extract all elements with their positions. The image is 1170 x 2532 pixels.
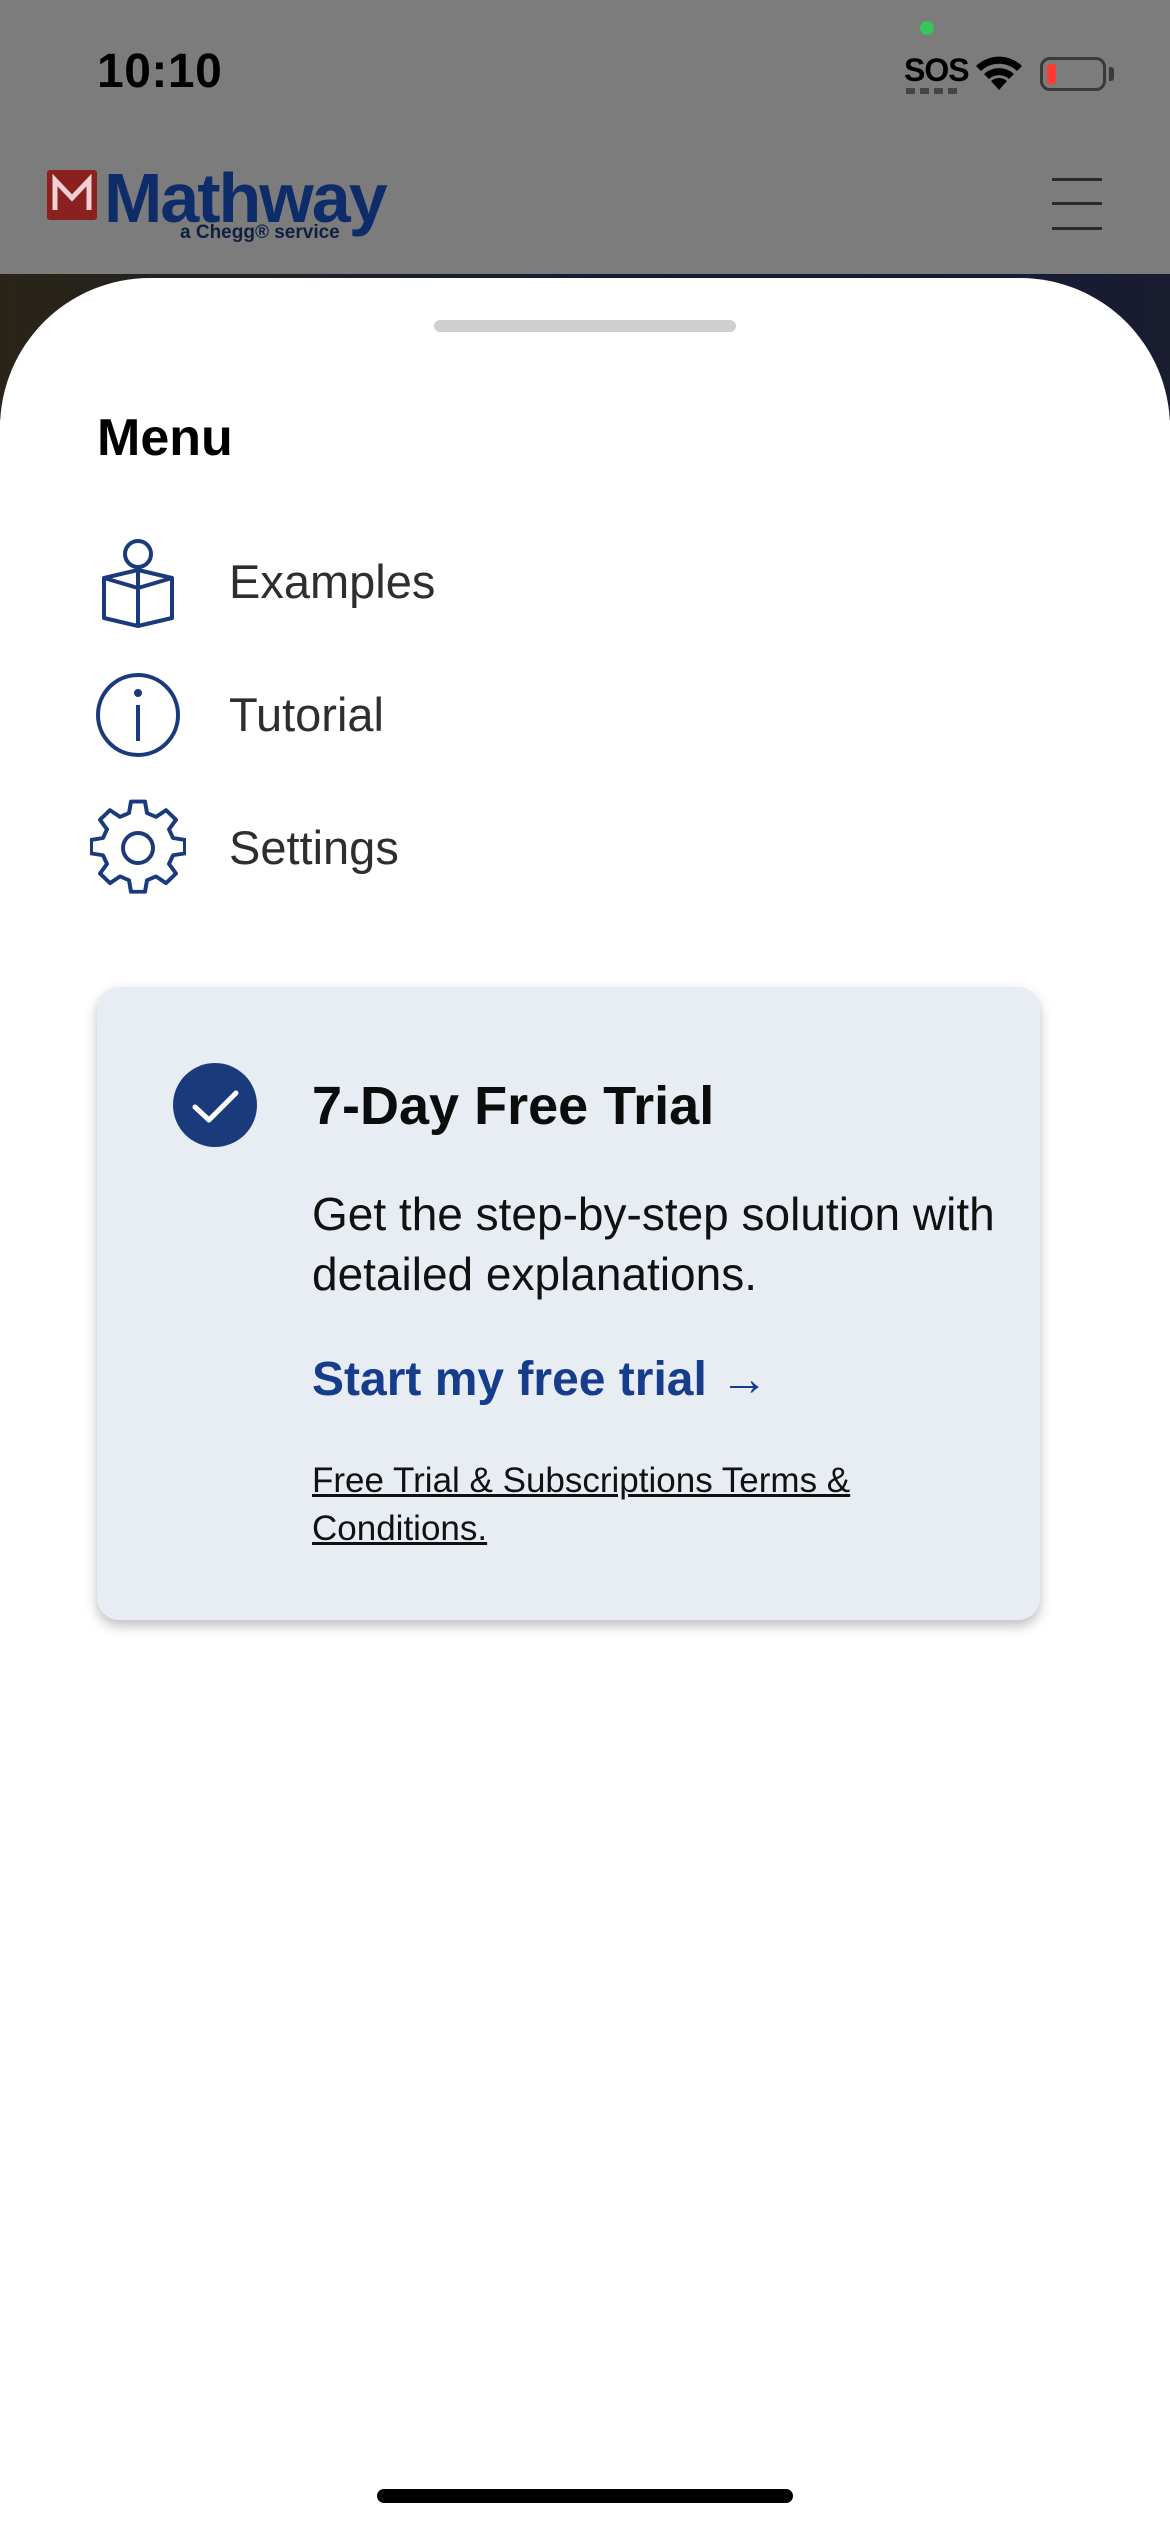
menu-item-tutorial[interactable]: Tutorial: [90, 665, 990, 775]
hamburger-menu-icon[interactable]: [1052, 176, 1102, 232]
start-free-trial-link[interactable]: Start my free trial →: [312, 1352, 768, 1407]
trial-description: Get the step-by-step solution with detai…: [312, 1188, 995, 1300]
menu-item-settings[interactable]: Settings: [90, 798, 990, 908]
wifi-icon: [976, 56, 1022, 90]
sos-indicator: SOS: [904, 52, 970, 88]
gear-icon: [90, 799, 186, 894]
free-trial-card: 7-Day Free Trial Get the step-by-step so…: [97, 987, 1040, 1620]
menu-item-label: Settings: [229, 821, 399, 874]
logo-subtitle: a Chegg® service: [180, 222, 340, 243]
battery-icon: [1040, 57, 1106, 91]
checkmark-icon: [173, 1063, 257, 1147]
status-time: 10:10: [97, 45, 223, 98]
trial-title: 7-Day Free Trial: [312, 1076, 715, 1136]
screen: 10:10 SOS Mathway a Chegg® service Menu: [0, 0, 1170, 2532]
menu-item-label: Examples: [229, 555, 436, 608]
camera-indicator-dot: [920, 21, 934, 35]
home-indicator[interactable]: [377, 2489, 793, 2503]
menu-item-label: Tutorial: [229, 688, 384, 741]
sheet-grabber-handle[interactable]: [434, 320, 736, 332]
battery-level: [1047, 64, 1056, 84]
info-icon: [96, 673, 180, 757]
battery-tip: [1109, 67, 1114, 81]
menu-title: Menu: [97, 409, 233, 467]
book-reader-icon: [102, 539, 174, 628]
menu-item-examples[interactable]: Examples: [90, 532, 990, 642]
signal-dots: [906, 88, 960, 94]
terms-and-conditions-link[interactable]: Free Trial & Subscriptions Terms & Condi…: [312, 1457, 952, 1553]
mathway-logo-mark: [47, 170, 97, 220]
